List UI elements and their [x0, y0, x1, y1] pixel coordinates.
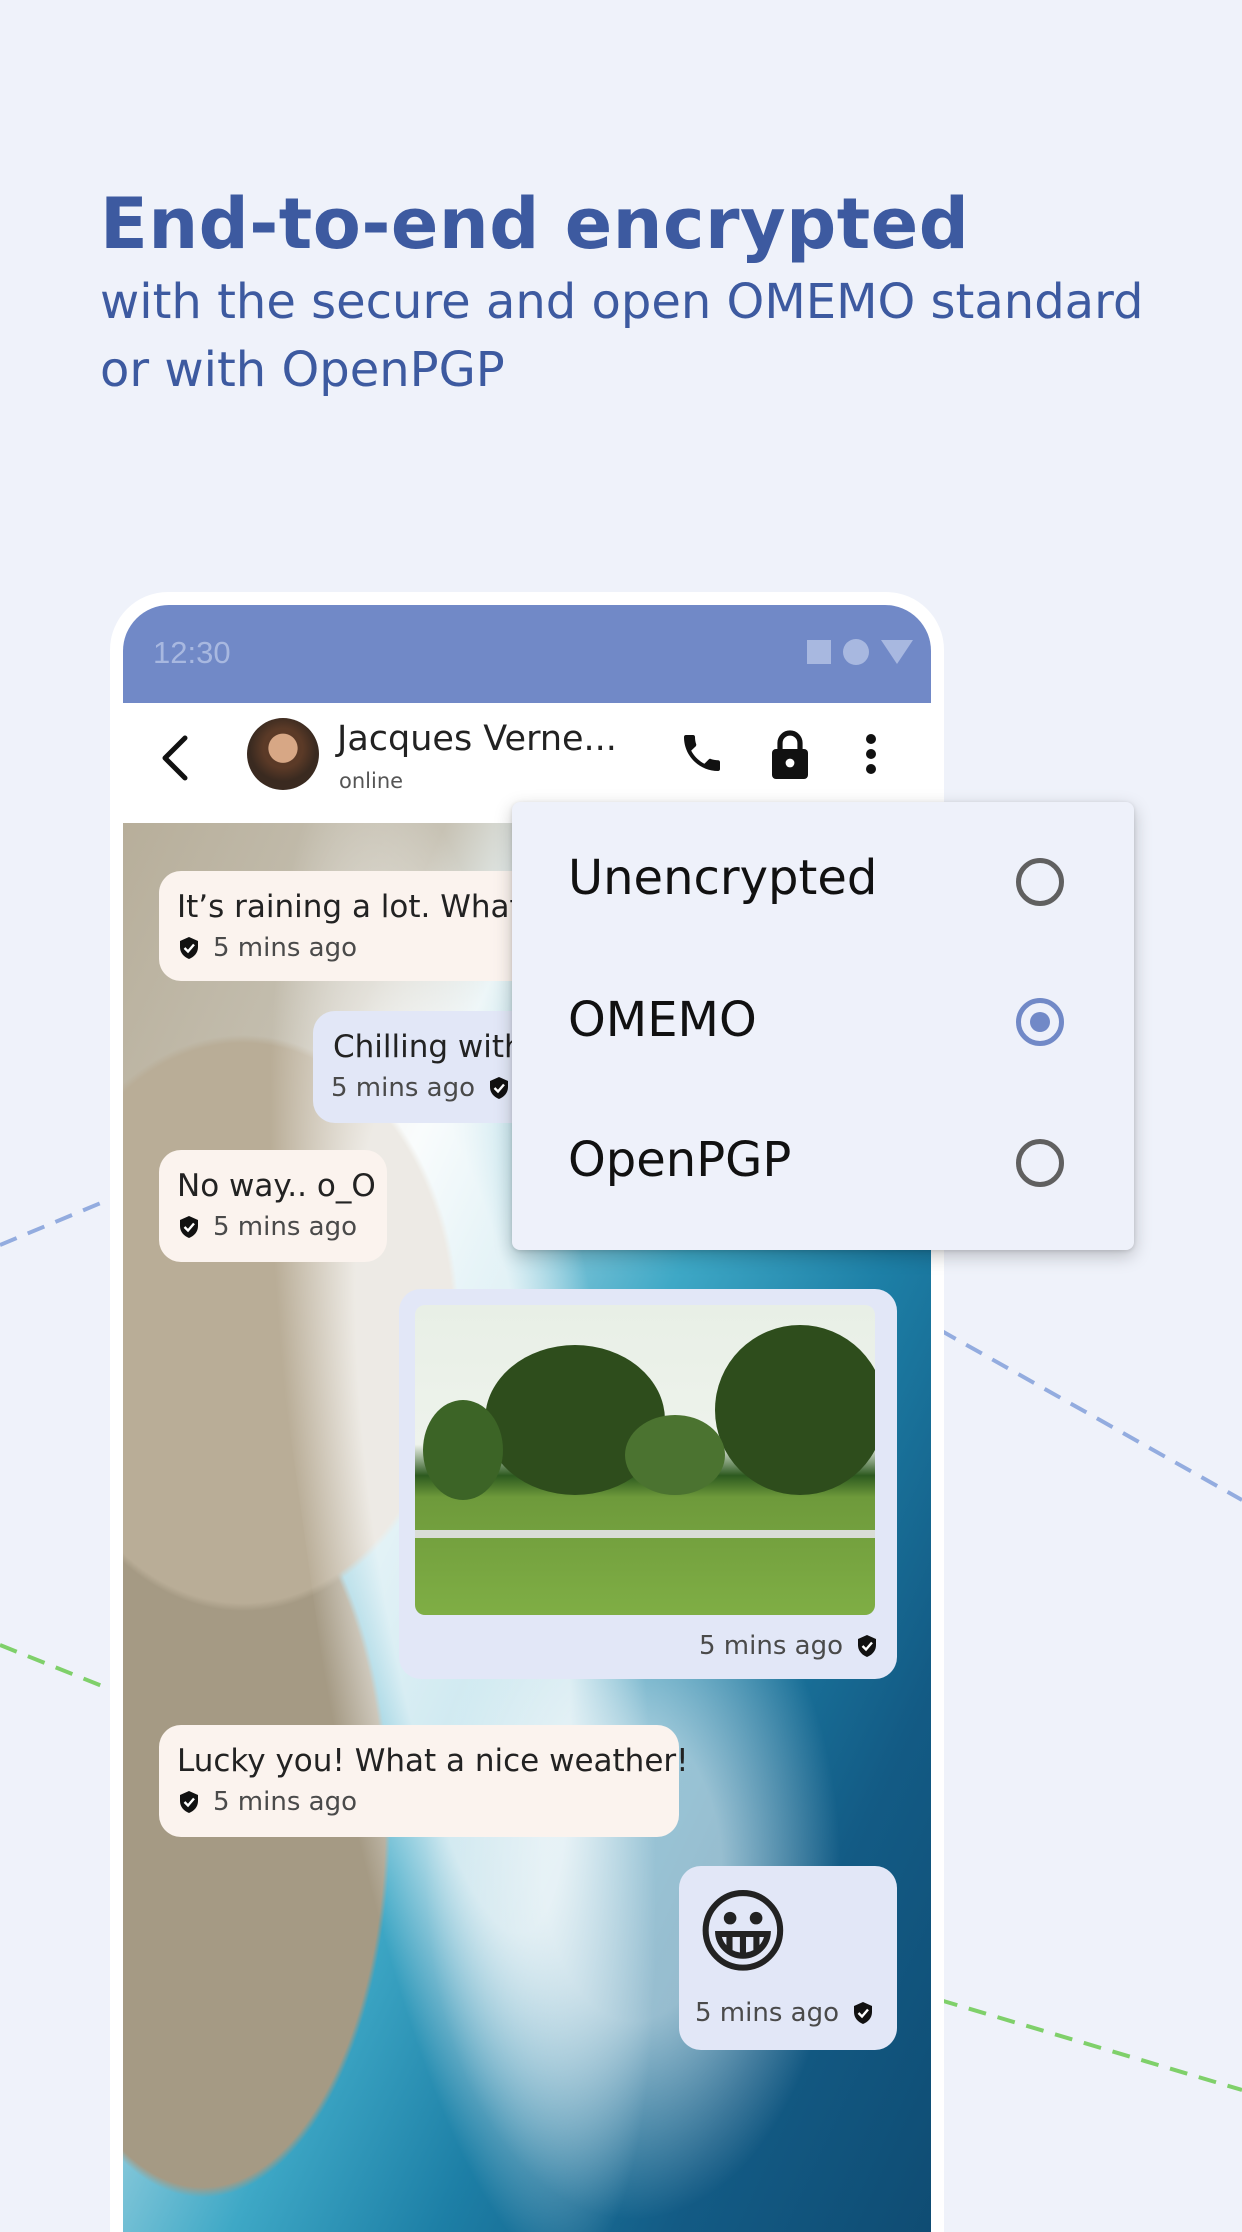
- message-meta: 5 mins ago: [179, 1212, 357, 1242]
- menu-item-openpgp[interactable]: OpenPGP: [568, 1132, 791, 1212]
- shield-check-icon: [180, 1216, 198, 1238]
- message-bubble-incoming[interactable]: Lucky you! What a nice weather! 5 mins a…: [159, 1725, 689, 1837]
- contact-name[interactable]: Jacques Verne...: [337, 719, 617, 759]
- more-vert-icon[interactable]: [861, 729, 881, 779]
- message-time: 5 mins ago: [213, 1212, 357, 1242]
- message-text: No way.. o_O: [177, 1168, 376, 1204]
- status-icons: [807, 639, 913, 665]
- encryption-menu: Unencrypted OMEMO OpenPGP: [512, 802, 1134, 1250]
- headline-title: End-to-end encrypted: [100, 183, 970, 265]
- message-meta: 5 mins ago: [695, 1998, 873, 2028]
- radio-openpgp[interactable]: [1016, 1139, 1064, 1187]
- call-icon[interactable]: [678, 729, 726, 777]
- back-arrow-icon[interactable]: [155, 733, 195, 783]
- radio-omemo[interactable]: [1016, 998, 1064, 1046]
- message-bubble-image[interactable]: 5 mins ago: [399, 1289, 897, 1679]
- message-meta: 5 mins ago: [699, 1631, 877, 1661]
- menu-item-label: Unencrypted: [568, 850, 878, 906]
- message-meta: 5 mins ago: [179, 933, 357, 963]
- contact-status: online: [339, 769, 404, 793]
- headline: End-to-end encrypted with the secure and…: [100, 180, 1180, 404]
- shield-check-icon: [854, 2002, 872, 2024]
- message-meta: 5 mins ago: [331, 1073, 509, 1103]
- square-icon: [807, 640, 831, 664]
- circle-icon: [843, 639, 869, 665]
- menu-item-label: OMEMO: [568, 992, 757, 1048]
- headline-subtitle-line-2: or with OpenPGP: [100, 342, 505, 398]
- avatar[interactable]: [247, 718, 319, 790]
- message-bubble-incoming[interactable]: It’s raining a lot. What 5 mins ago: [159, 871, 539, 981]
- message-meta: 5 mins ago: [179, 1787, 357, 1817]
- message-time: 5 mins ago: [695, 1998, 839, 2028]
- menu-item-omemo[interactable]: OMEMO: [568, 992, 757, 1072]
- message-text: It’s raining a lot. What: [177, 889, 522, 925]
- headline-subtitle-line-1: with the secure and open OMEMO standard: [100, 274, 1144, 330]
- shield-check-icon: [858, 1635, 876, 1657]
- menu-item-label: OpenPGP: [568, 1132, 792, 1188]
- shield-check-icon: [180, 937, 198, 959]
- message-bubble-emoji[interactable]: 😀 5 mins ago: [679, 1866, 897, 2050]
- message-time: 5 mins ago: [699, 1631, 843, 1661]
- message-time: 5 mins ago: [213, 933, 357, 963]
- lock-icon[interactable]: [766, 729, 814, 781]
- emoji-grinning-face: 😀: [695, 1879, 791, 1986]
- message-bubble-incoming[interactable]: No way.. o_O 5 mins ago: [159, 1150, 387, 1262]
- shield-check-icon: [490, 1077, 508, 1099]
- message-time: 5 mins ago: [213, 1787, 357, 1817]
- status-time: 12:30: [153, 635, 231, 670]
- message-time: 5 mins ago: [331, 1073, 475, 1103]
- menu-item-unencrypted[interactable]: Unencrypted: [568, 850, 877, 930]
- status-bar: 12:30: [123, 605, 931, 703]
- photo-park-image[interactable]: [415, 1305, 875, 1615]
- radio-unencrypted[interactable]: [1016, 858, 1064, 906]
- shield-check-icon: [180, 1791, 198, 1813]
- message-text: Lucky you! What a nice weather!: [177, 1743, 689, 1779]
- chat-toolbar: Jacques Verne... online: [123, 703, 931, 813]
- triangle-icon: [881, 640, 913, 664]
- message-text: Chilling with: [333, 1029, 524, 1065]
